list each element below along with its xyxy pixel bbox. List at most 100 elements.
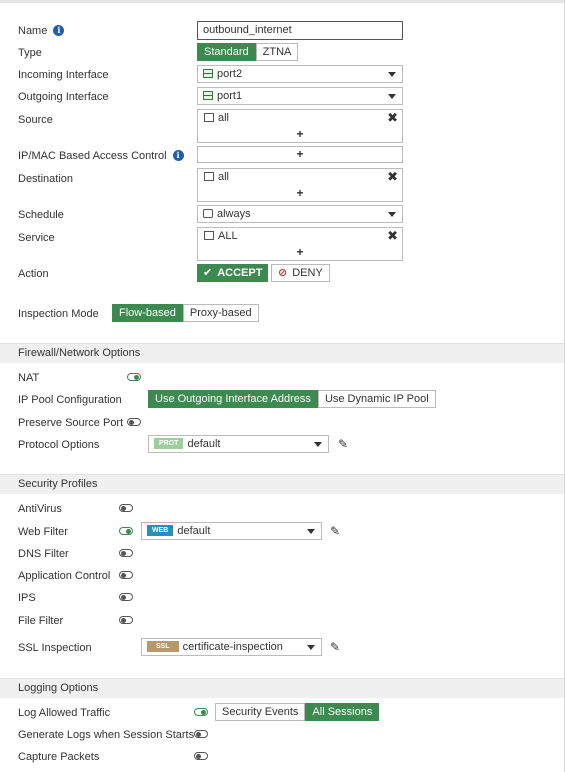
- type-label: Type: [18, 47, 42, 59]
- security-events-option[interactable]: Security Events: [215, 703, 306, 721]
- web-filter-label: Web Filter: [18, 526, 68, 538]
- schedule-select[interactable]: always: [197, 205, 403, 223]
- chevron-down-icon: [314, 442, 322, 447]
- edit-pencil-icon[interactable]: ✎: [330, 640, 340, 654]
- top-border: [0, 0, 565, 3]
- ippool-label: IP Pool Configuration: [18, 394, 122, 406]
- antivirus-toggle[interactable]: [119, 504, 133, 512]
- web-filter-select[interactable]: WEB default: [141, 522, 322, 540]
- preserve-source-port-label: Preserve Source Port: [18, 417, 124, 429]
- proxy-based-option[interactable]: Proxy-based: [182, 304, 259, 322]
- ssl-inspection-value: certificate-inspection: [182, 641, 283, 653]
- schedule-value: always: [217, 208, 251, 220]
- service-value: ALL: [218, 230, 238, 242]
- capture-packets-label: Capture Packets: [18, 751, 100, 763]
- service-label: Service: [18, 232, 55, 244]
- capture-packets-toggle[interactable]: [194, 752, 208, 760]
- destination-value: all: [218, 171, 230, 183]
- file-filter-label: File Filter: [18, 615, 64, 627]
- add-source-button[interactable]: +: [198, 127, 402, 141]
- dynamic-ip-pool-option[interactable]: Use Dynamic IP Pool: [317, 390, 436, 408]
- service-field: ALL ✖ +: [197, 227, 403, 261]
- source-entry[interactable]: all: [204, 111, 229, 125]
- protocol-options-value: default: [187, 438, 221, 450]
- incoming-interface-value: port2: [217, 68, 243, 80]
- flow-based-option[interactable]: Flow-based: [112, 304, 183, 322]
- check-icon: ✔: [203, 267, 213, 279]
- inspection-mode-toggle: Flow-based Proxy-based: [112, 304, 259, 322]
- chevron-down-icon: [307, 529, 315, 534]
- chevron-down-icon: [388, 72, 396, 77]
- accept-button[interactable]: ✔ ACCEPT: [197, 264, 269, 282]
- ips-label: IPS: [18, 592, 36, 604]
- deny-icon: ⊘: [278, 267, 288, 279]
- ips-toggle[interactable]: [119, 593, 133, 601]
- ssl-badge: SSL: [147, 640, 179, 652]
- chevron-down-icon: [307, 645, 315, 650]
- application-control-toggle[interactable]: [119, 571, 133, 579]
- deny-button[interactable]: ⊘ DENY: [271, 264, 330, 282]
- ipmac-label: IP/MAC Based Access Control i: [18, 149, 184, 162]
- incoming-interface-select[interactable]: port2: [197, 65, 403, 83]
- add-ipmac-button[interactable]: +: [197, 146, 403, 163]
- protocol-options-label: Protocol Options: [18, 439, 100, 451]
- all-sessions-option[interactable]: All Sessions: [305, 703, 380, 721]
- add-destination-button[interactable]: +: [198, 186, 402, 200]
- info-icon[interactable]: i: [172, 149, 184, 161]
- name-label: Name i: [18, 24, 65, 37]
- outgoing-interface-value: port1: [217, 90, 243, 102]
- add-service-button[interactable]: +: [198, 245, 402, 259]
- destination-label: Destination: [18, 173, 74, 185]
- accept-label: ACCEPT: [217, 267, 263, 279]
- edit-pencil-icon[interactable]: ✎: [330, 524, 340, 538]
- antivirus-label: AntiVirus: [18, 503, 62, 515]
- schedule-label: Schedule: [18, 209, 64, 221]
- inspection-mode-label: Inspection Mode: [18, 308, 99, 320]
- type-standard-option[interactable]: Standard: [197, 43, 256, 61]
- session-start-logs-toggle[interactable]: [194, 730, 208, 738]
- edit-pencil-icon[interactable]: ✎: [338, 437, 348, 451]
- prot-badge: PROT: [154, 437, 184, 449]
- address-icon: [204, 112, 214, 122]
- web-badge: WEB: [147, 524, 174, 536]
- application-control-label: Application Control: [18, 570, 111, 582]
- web-filter-toggle[interactable]: [119, 527, 133, 535]
- source-field: all ✖ +: [197, 109, 403, 143]
- outgoing-interface-address-option[interactable]: Use Outgoing Interface Address: [148, 390, 318, 408]
- schedule-icon: [203, 208, 213, 218]
- nat-label: NAT: [18, 372, 40, 384]
- destination-entry[interactable]: all: [204, 170, 229, 184]
- web-filter-value: default: [177, 525, 211, 537]
- nat-toggle[interactable]: [127, 373, 141, 381]
- log-allowed-traffic-options: Security Events All Sessions: [215, 703, 380, 721]
- file-filter-toggle[interactable]: [119, 616, 133, 624]
- outgoing-interface-select[interactable]: port1: [197, 87, 403, 105]
- chevron-down-icon: [388, 212, 396, 217]
- outgoing-interface-label: Outgoing Interface: [18, 91, 109, 103]
- ippool-toggle: Use Outgoing Interface Address Use Dynam…: [148, 390, 436, 408]
- source-label: Source: [18, 114, 53, 126]
- remove-destination-icon[interactable]: ✖: [387, 170, 398, 184]
- name-input[interactable]: outbound_internet: [197, 21, 403, 40]
- port-icon: [203, 90, 213, 100]
- preserve-source-port-toggle[interactable]: [127, 418, 141, 426]
- type-toggle: Standard ZTNA: [197, 43, 299, 61]
- service-entry[interactable]: ALL: [204, 229, 238, 243]
- remove-service-icon[interactable]: ✖: [387, 229, 398, 243]
- address-icon: [204, 171, 214, 181]
- destination-field: all ✖ +: [197, 168, 403, 202]
- remove-source-icon[interactable]: ✖: [387, 111, 398, 125]
- incoming-interface-label: Incoming Interface: [18, 69, 109, 81]
- dns-filter-label: DNS Filter: [18, 548, 69, 560]
- ipmac-label-text: IP/MAC Based Access Control: [18, 150, 167, 162]
- logging-section-header: Logging Options: [0, 678, 564, 698]
- info-icon[interactable]: i: [53, 24, 65, 36]
- log-allowed-traffic-label: Log Allowed Traffic: [18, 707, 111, 719]
- type-ztna-option[interactable]: ZTNA: [255, 43, 299, 61]
- dns-filter-toggle[interactable]: [119, 549, 133, 557]
- ssl-inspection-select[interactable]: SSL certificate-inspection: [141, 638, 322, 656]
- log-allowed-traffic-toggle[interactable]: [194, 708, 208, 716]
- session-start-logs-label: Generate Logs when Session Starts: [18, 729, 195, 741]
- protocol-options-select[interactable]: PROT default: [148, 435, 329, 453]
- source-value: all: [218, 112, 230, 124]
